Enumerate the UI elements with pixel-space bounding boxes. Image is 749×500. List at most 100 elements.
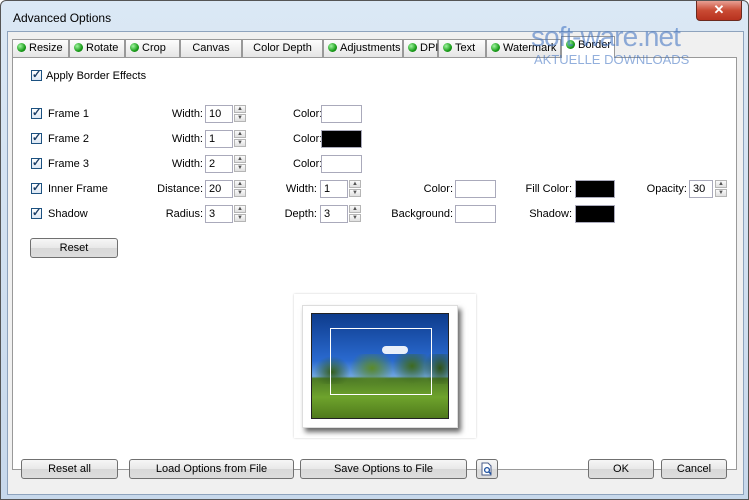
tab-rotate[interactable]: Rotate: [69, 39, 125, 57]
inner-color-swatch[interactable]: [455, 180, 496, 198]
tab-text[interactable]: Text: [438, 39, 486, 57]
inner-color-label: Color:: [423, 183, 453, 195]
frame1-width-label: Width:: [171, 108, 203, 120]
frame1-color-swatch[interactable]: [321, 105, 362, 123]
watermark-brand: soft-ware.net: [531, 21, 681, 52]
frame3-width-input[interactable]: 2: [205, 155, 233, 173]
shadow-color-swatch[interactable]: [575, 205, 615, 223]
status-dot-icon: [443, 43, 452, 52]
shadow-color-label: Shadow:: [529, 208, 572, 220]
shadow-depth-input[interactable]: 3: [320, 205, 348, 223]
frame1-checkbox[interactable]: [31, 106, 42, 119]
apply-border-label: Apply Border Effects: [46, 70, 147, 82]
inner-frame-checkbox[interactable]: [31, 181, 42, 194]
ok-button[interactable]: OK: [588, 459, 654, 479]
border-options-panel: Apply Border Effects Frame 1 Width: 10 ▲…: [12, 57, 737, 470]
save-options-button[interactable]: Save Options to File: [300, 459, 467, 479]
shadow-checkbox[interactable]: [31, 206, 42, 219]
opacity-input[interactable]: 30: [689, 180, 713, 198]
spin-up-icon[interactable]: ▲: [715, 180, 727, 188]
spin-down-icon[interactable]: ▼: [234, 114, 246, 122]
tab-label: Adjustments: [340, 42, 401, 54]
inner-distance-stepper[interactable]: ▲ ▼: [234, 180, 246, 198]
dialog-body: Resize Rotate Crop Canvas Color Depth Ad…: [7, 31, 744, 495]
fill-color-swatch[interactable]: [575, 180, 615, 198]
reset-all-button[interactable]: Reset all: [21, 459, 118, 479]
frame1-width-input[interactable]: 10: [205, 105, 233, 123]
frame3-color-swatch[interactable]: [321, 155, 362, 173]
spin-down-icon[interactable]: ▼: [349, 189, 361, 197]
frame3-width-label: Width:: [171, 158, 203, 170]
reset-border-button[interactable]: Reset: [30, 238, 118, 258]
tab-label: Resize: [29, 42, 63, 54]
status-dot-icon: [130, 43, 139, 52]
shadow-depth-label: Depth:: [284, 208, 317, 220]
window-title: Advanced Options: [13, 11, 112, 25]
status-dot-icon: [74, 43, 83, 52]
tab-dpi[interactable]: DPI: [403, 39, 438, 57]
tab-label: Rotate: [86, 42, 119, 54]
file-search-icon[interactable]: [480, 462, 494, 476]
spin-down-icon[interactable]: ▼: [234, 139, 246, 147]
spin-up-icon[interactable]: ▲: [349, 180, 361, 188]
frame2-width-stepper[interactable]: ▲ ▼: [234, 130, 246, 148]
tab-adjustments[interactable]: Adjustments: [323, 39, 403, 57]
load-options-button[interactable]: Load Options from File: [129, 459, 294, 479]
frame3-label: Frame 3: [48, 158, 89, 170]
fill-color-label: Fill Color:: [525, 183, 572, 195]
shadow-label: Shadow: [48, 208, 88, 220]
spin-up-icon[interactable]: ▲: [234, 155, 246, 163]
spin-up-icon[interactable]: ▲: [234, 180, 246, 188]
close-button[interactable]: ✕: [696, 1, 742, 21]
frame1-width-stepper[interactable]: ▲ ▼: [234, 105, 246, 123]
spin-down-icon[interactable]: ▼: [234, 164, 246, 172]
tab-label: Canvas: [192, 42, 230, 54]
inner-distance-input[interactable]: 20: [205, 180, 233, 198]
shadow-depth-stepper[interactable]: ▲ ▼: [349, 205, 361, 223]
status-dot-icon: [408, 43, 417, 52]
preview-file-button[interactable]: [476, 459, 498, 479]
frame2-color-label: Color:: [293, 133, 323, 145]
tab-crop[interactable]: Crop: [125, 39, 180, 57]
shadow-radius-label: Radius:: [165, 208, 203, 220]
spin-down-icon[interactable]: ▼: [715, 189, 727, 197]
tab-label: Crop: [142, 42, 166, 54]
tab-label: DPI: [420, 42, 439, 54]
spin-down-icon[interactable]: ▼: [234, 189, 246, 197]
inner-width-stepper[interactable]: ▲ ▼: [349, 180, 361, 198]
frame3-color-label: Color:: [293, 158, 323, 170]
opacity-stepper[interactable]: ▲ ▼: [715, 180, 727, 198]
shadow-background-swatch[interactable]: [455, 205, 496, 223]
frame3-width-stepper[interactable]: ▲ ▼: [234, 155, 246, 173]
shadow-background-label: Background:: [391, 208, 453, 220]
apply-border-checkbox[interactable]: [31, 68, 42, 81]
status-dot-icon: [328, 43, 337, 52]
shadow-radius-stepper[interactable]: ▲ ▼: [234, 205, 246, 223]
cancel-button[interactable]: Cancel: [661, 459, 727, 479]
preview-frame: [302, 305, 458, 428]
frame2-checkbox[interactable]: [31, 131, 42, 144]
frame1-label: Frame 1: [48, 108, 89, 120]
spin-up-icon[interactable]: ▲: [349, 205, 361, 213]
frame3-checkbox[interactable]: [31, 156, 42, 169]
frame1-color-label: Color:: [293, 108, 323, 120]
frame2-label: Frame 2: [48, 133, 89, 145]
tab-canvas[interactable]: Canvas: [180, 39, 242, 57]
tab-resize[interactable]: Resize: [12, 39, 69, 57]
spin-up-icon[interactable]: ▲: [234, 105, 246, 113]
tab-label: Color Depth: [253, 42, 312, 54]
spin-up-icon[interactable]: ▲: [234, 205, 246, 213]
inner-width-input[interactable]: 1: [320, 180, 348, 198]
frame2-width-input[interactable]: 1: [205, 130, 233, 148]
watermark-tagline: AKTUELLE DOWNLOADS: [534, 52, 690, 67]
close-icon[interactable]: ✕: [714, 2, 725, 17]
spin-down-icon[interactable]: ▼: [349, 214, 361, 222]
frame2-color-swatch[interactable]: [321, 130, 362, 148]
spin-up-icon[interactable]: ▲: [234, 130, 246, 138]
status-dot-icon: [491, 43, 500, 52]
border-preview: [294, 294, 476, 438]
tab-color-depth[interactable]: Color Depth: [242, 39, 323, 57]
preview-inner-frame: [330, 328, 432, 395]
spin-down-icon[interactable]: ▼: [234, 214, 246, 222]
shadow-radius-input[interactable]: 3: [205, 205, 233, 223]
